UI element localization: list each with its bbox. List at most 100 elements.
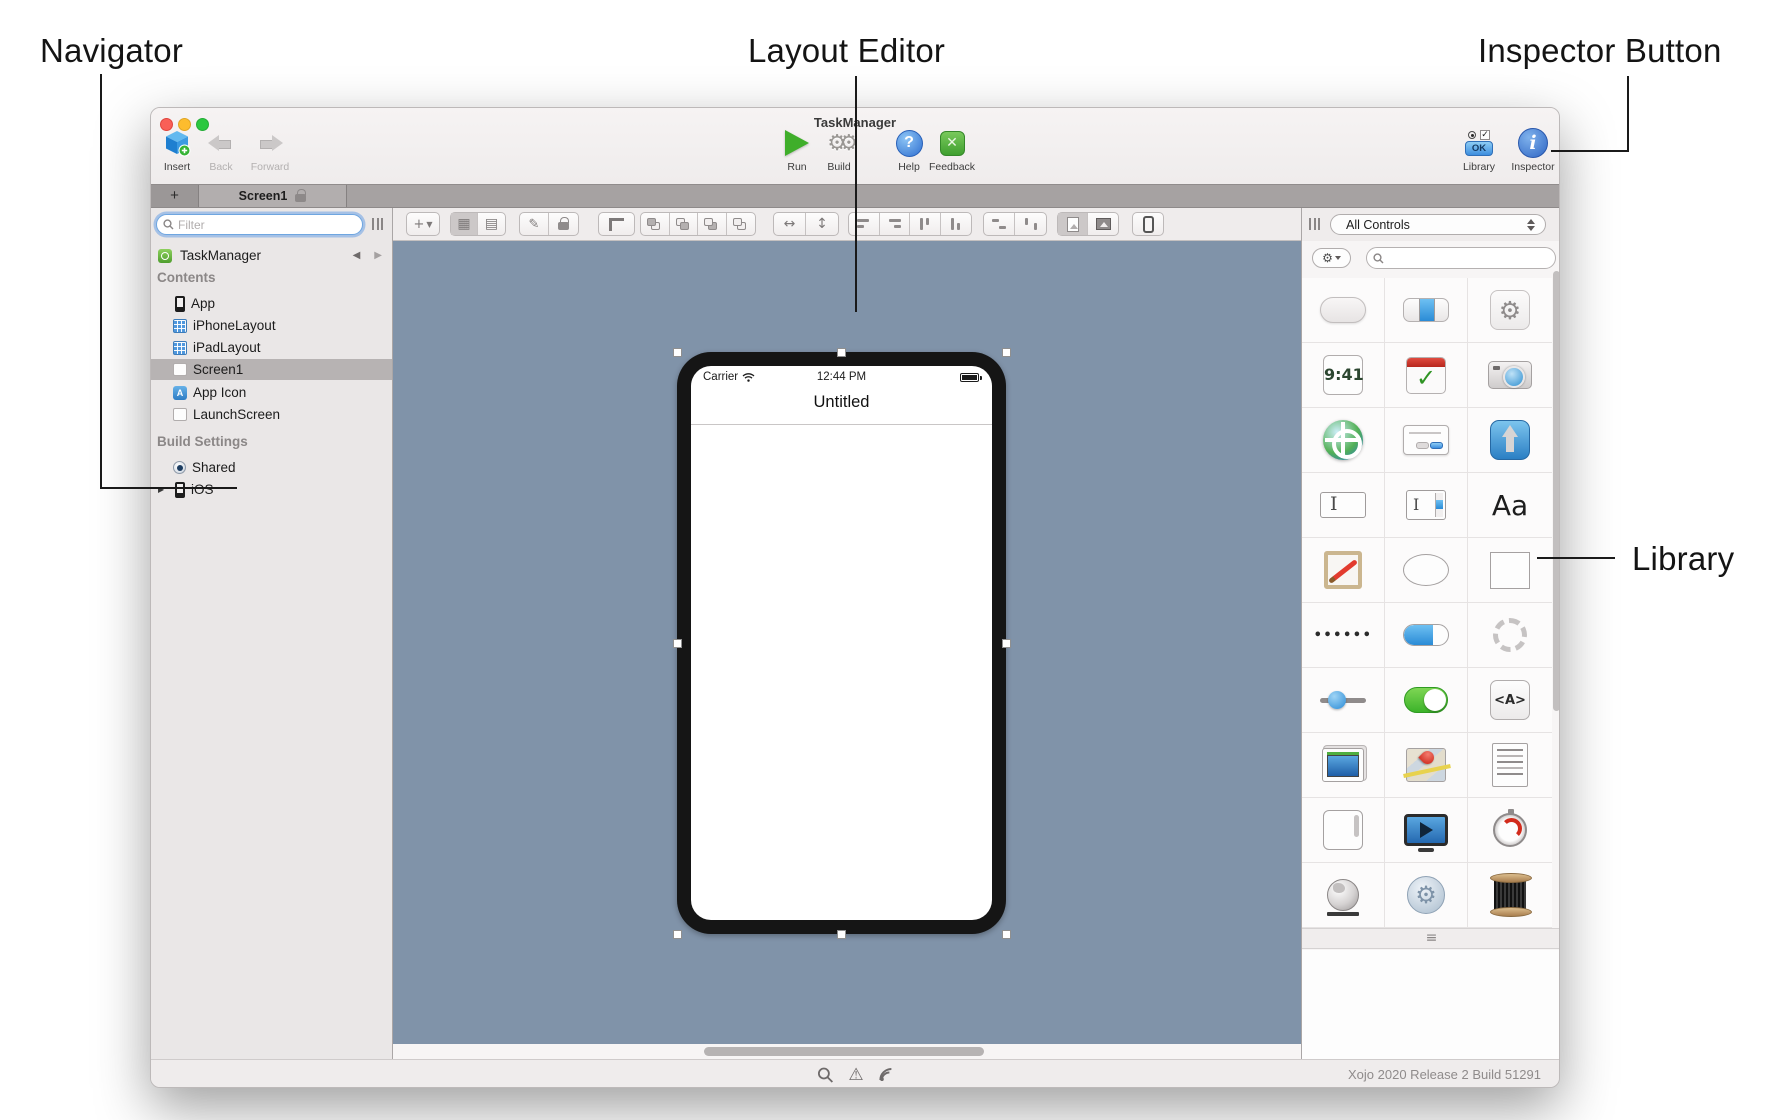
insert-control-menu-button[interactable]: +▼ <box>406 212 440 236</box>
resize-horizontal-button[interactable]: ↔ <box>774 213 806 235</box>
list-view-button[interactable]: ▤ <box>478 213 505 235</box>
library-item-segmented-control[interactable] <box>1385 278 1468 343</box>
library-item-oval[interactable] <box>1385 538 1468 603</box>
arrange-send-backward-button[interactable] <box>670 213 699 235</box>
library-item-text-area[interactable]: I <box>1385 473 1468 538</box>
phone-screen[interactable]: Carrier 12:44 PM Untitled <box>691 366 992 920</box>
back-arrow-icon <box>208 135 234 151</box>
library-resize-handle[interactable]: ≡ <box>1302 928 1560 949</box>
library-settings-button[interactable]: ⚙ <box>1312 248 1351 268</box>
tab-screen1[interactable]: Screen1 <box>199 185 347 207</box>
library-item-label[interactable]: Aa <box>1468 473 1552 538</box>
selection-handle-nw[interactable] <box>673 348 682 357</box>
status-warning-icon[interactable]: ⚠ <box>848 1065 863 1085</box>
library-item-text-field[interactable]: I <box>1302 473 1385 538</box>
status-search-icon[interactable] <box>817 1067 833 1083</box>
nav-item-shared[interactable]: Shared <box>151 457 392 478</box>
library-item-message-dialog[interactable] <box>1385 408 1468 473</box>
library-toolbar-button[interactable]: ✓ OK Library <box>1451 126 1507 173</box>
add-tab-button[interactable]: + <box>151 185 199 207</box>
library-search-input[interactable] <box>1388 251 1555 265</box>
iphone-layout-mockup[interactable]: Carrier 12:44 PM Untitled <box>677 352 1006 934</box>
build-button[interactable]: ⚙⚙ Build <box>811 126 867 173</box>
grid-view-button[interactable]: ▦ <box>451 213 478 235</box>
library-item-button[interactable] <box>1302 278 1385 343</box>
library-item-date-time-picker[interactable]: 9:41 <box>1302 343 1385 408</box>
align-bottom-button[interactable] <box>941 213 971 235</box>
library-scrollbar-thumb[interactable] <box>1553 271 1560 711</box>
ruler-guides-button[interactable] <box>598 212 635 236</box>
space-horizontally-button[interactable] <box>984 213 1015 235</box>
project-row[interactable]: TaskManager ◀ ▶ <box>151 245 392 266</box>
feedback-button[interactable]: ✕ Feedback <box>921 126 983 173</box>
insert-button[interactable]: Insert <box>151 126 203 173</box>
landscape-mode-button[interactable] <box>1088 213 1118 235</box>
library-item-map-viewer[interactable] <box>1385 733 1468 798</box>
layout-editor-canvas[interactable]: Carrier 12:44 PM Untitled <box>393 241 1301 1044</box>
library-item-html-viewer[interactable]: <A> <box>1468 668 1552 733</box>
nav-item-ios[interactable]: ▶ iOS <box>151 479 392 500</box>
library-item-timer[interactable] <box>1468 798 1552 863</box>
library-search-field[interactable] <box>1366 247 1556 269</box>
library-item-rectangle[interactable] <box>1468 538 1552 603</box>
pencil-edit-button[interactable]: ✎ <box>520 213 549 235</box>
library-item-slider[interactable] <box>1302 668 1385 733</box>
text-field-icon: I <box>1320 492 1366 518</box>
filter-input[interactable] <box>178 218 362 232</box>
align-bottom-icon <box>949 218 963 230</box>
space-vertically-button[interactable] <box>1015 213 1046 235</box>
nav-item-launchscreen[interactable]: LaunchScreen <box>151 404 392 425</box>
nav-item-app[interactable]: App <box>151 293 392 314</box>
library-item-movie-player[interactable] <box>1385 798 1468 863</box>
library-item-network[interactable] <box>1302 863 1385 928</box>
align-top-button[interactable] <box>910 213 941 235</box>
library-item-switch[interactable] <box>1385 668 1468 733</box>
align-left-button[interactable] <box>849 213 880 235</box>
nav-item-screen1-selected[interactable]: Screen1 <box>151 359 392 380</box>
resize-vertical-button[interactable]: ↕ <box>806 213 838 235</box>
filter-field[interactable] <box>156 214 363 235</box>
selection-handle-e[interactable] <box>1002 639 1011 648</box>
library-item-location[interactable] <box>1302 408 1385 473</box>
selection-handle-w[interactable] <box>673 639 682 648</box>
device-preview-button[interactable] <box>1132 212 1164 236</box>
lock-button[interactable] <box>549 213 578 235</box>
selection-handle-se[interactable] <box>1002 930 1011 939</box>
library-item-settings-gear[interactable]: ⚙ <box>1468 278 1552 343</box>
selection-handle-sw[interactable] <box>673 930 682 939</box>
navigator-columns-icon[interactable] <box>372 218 383 230</box>
nav-item-appicon[interactable]: A App Icon <box>151 382 392 403</box>
library-item-image-viewer[interactable] <box>1302 733 1385 798</box>
selection-handle-n[interactable] <box>837 348 846 357</box>
arrange-bring-forward-button[interactable] <box>698 213 727 235</box>
library-item-share[interactable] <box>1468 408 1552 473</box>
library-item-progress-bar[interactable] <box>1385 603 1468 668</box>
library-category-dropdown[interactable]: All Controls <box>1330 214 1546 235</box>
selection-handle-ne[interactable] <box>1002 348 1011 357</box>
portrait-mode-button[interactable] <box>1058 213 1088 235</box>
library-item-password[interactable]: •••••• <box>1302 603 1385 668</box>
library-columns-icon[interactable] <box>1309 218 1320 230</box>
history-back-icon[interactable]: ◀ <box>353 250 361 261</box>
nav-item-ipadlayout[interactable]: iPadLayout <box>151 337 392 358</box>
library-item-scrollable-area[interactable] <box>1302 798 1385 863</box>
scrollbar-thumb[interactable] <box>704 1047 984 1056</box>
forward-button[interactable]: Forward <box>243 126 297 173</box>
align-right-button[interactable] <box>880 213 911 235</box>
nav-item-iphonelayout[interactable]: iPhoneLayout <box>151 315 392 336</box>
space-segment <box>983 212 1047 236</box>
library-item-thread[interactable] <box>1468 863 1552 928</box>
library-item-camera[interactable] <box>1468 343 1552 408</box>
selection-handle-s[interactable] <box>837 930 846 939</box>
status-feed-icon[interactable] <box>879 1067 895 1082</box>
arrange-bring-front-button[interactable] <box>727 213 755 235</box>
arrange-send-back-button[interactable] <box>641 213 670 235</box>
library-item-canvas[interactable] <box>1302 538 1385 603</box>
library-item-calendar[interactable]: ✓ <box>1385 343 1468 408</box>
back-button[interactable]: Back <box>197 126 245 173</box>
library-item-system[interactable]: ⚙ <box>1385 863 1468 928</box>
horizontal-scrollbar[interactable] <box>393 1044 1301 1059</box>
library-item-popup-menu[interactable] <box>1468 733 1552 798</box>
library-item-activity-spinner[interactable] <box>1468 603 1552 668</box>
history-forward-icon[interactable]: ▶ <box>374 250 382 261</box>
